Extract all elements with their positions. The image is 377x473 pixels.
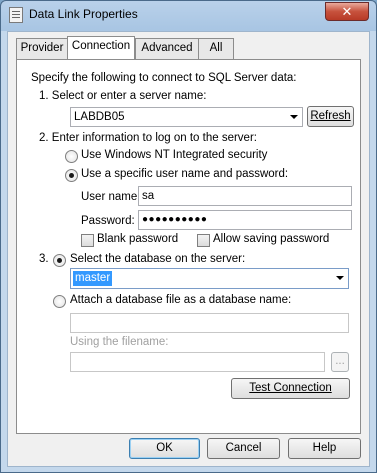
server-name-value: LABDB05 (74, 111, 125, 123)
blank-password-checkbox[interactable] (81, 234, 94, 247)
refresh-label: Refresh (310, 110, 351, 122)
browse-button[interactable]: ... (331, 352, 349, 372)
select-database-radio[interactable] (53, 254, 66, 267)
step1-label: 1. Select or enter a server name: (39, 90, 207, 102)
database-select[interactable]: master (70, 268, 349, 289)
test-connection-label: Test Connection (249, 382, 332, 394)
ok-button[interactable]: OK (129, 438, 200, 459)
help-button[interactable]: Help (288, 438, 361, 459)
title-bar[interactable]: Data Link Properties ✕ (1, 1, 376, 29)
data-link-properties-window: Data Link Properties ✕ Provider Connecti… (0, 0, 377, 473)
tab-provider[interactable]: Provider (16, 38, 68, 59)
select-database-label: Select the database on the server: (70, 253, 246, 265)
close-button[interactable]: ✕ (325, 2, 369, 21)
chevron-down-icon[interactable] (336, 276, 344, 280)
windows-nt-security-radio[interactable] (65, 150, 78, 163)
test-connection-button[interactable]: Test Connection (231, 378, 350, 399)
user-name-label: User name: (81, 191, 141, 203)
cancel-button[interactable]: Cancel (207, 438, 280, 459)
attach-database-name-input[interactable] (70, 313, 349, 333)
dialog-client-area: Provider Connection Advanced All Specify… (7, 31, 370, 467)
database-value: master (73, 271, 113, 286)
using-filename-label: Using the filename: (70, 336, 169, 348)
step3-label: 3. (39, 253, 49, 265)
intro-text: Specify the following to connect to SQL … (31, 72, 297, 84)
attach-database-label: Attach a database file as a database nam… (70, 294, 292, 306)
allow-saving-password-checkbox[interactable] (197, 234, 210, 247)
tab-all[interactable]: All (198, 38, 234, 59)
tab-advanced[interactable]: Advanced (135, 38, 199, 59)
window-title: Data Link Properties (29, 7, 138, 21)
tab-connection[interactable]: Connection (67, 36, 135, 59)
step2-label: 2. Enter information to log on to the se… (39, 132, 257, 144)
specific-user-label: Use a specific user name and password: (81, 168, 289, 180)
refresh-button[interactable]: Refresh (307, 106, 354, 127)
connection-tab-panel: Specify the following to connect to SQL … (16, 59, 361, 434)
attach-database-radio[interactable] (53, 295, 66, 308)
chevron-down-icon[interactable] (290, 115, 298, 119)
password-label: Password: (81, 215, 135, 227)
specific-user-radio[interactable] (65, 169, 78, 182)
document-icon (9, 7, 23, 23)
user-name-input[interactable]: sa (138, 186, 352, 206)
blank-password-label: Blank password (97, 233, 179, 245)
filename-input[interactable] (70, 352, 325, 372)
server-name-combobox[interactable]: LABDB05 (70, 107, 303, 127)
password-input[interactable]: ●●●●●●●●●● (138, 210, 352, 230)
windows-nt-security-label: Use Windows NT Integrated security (81, 149, 268, 161)
allow-saving-password-label: Allow saving password (213, 233, 330, 245)
